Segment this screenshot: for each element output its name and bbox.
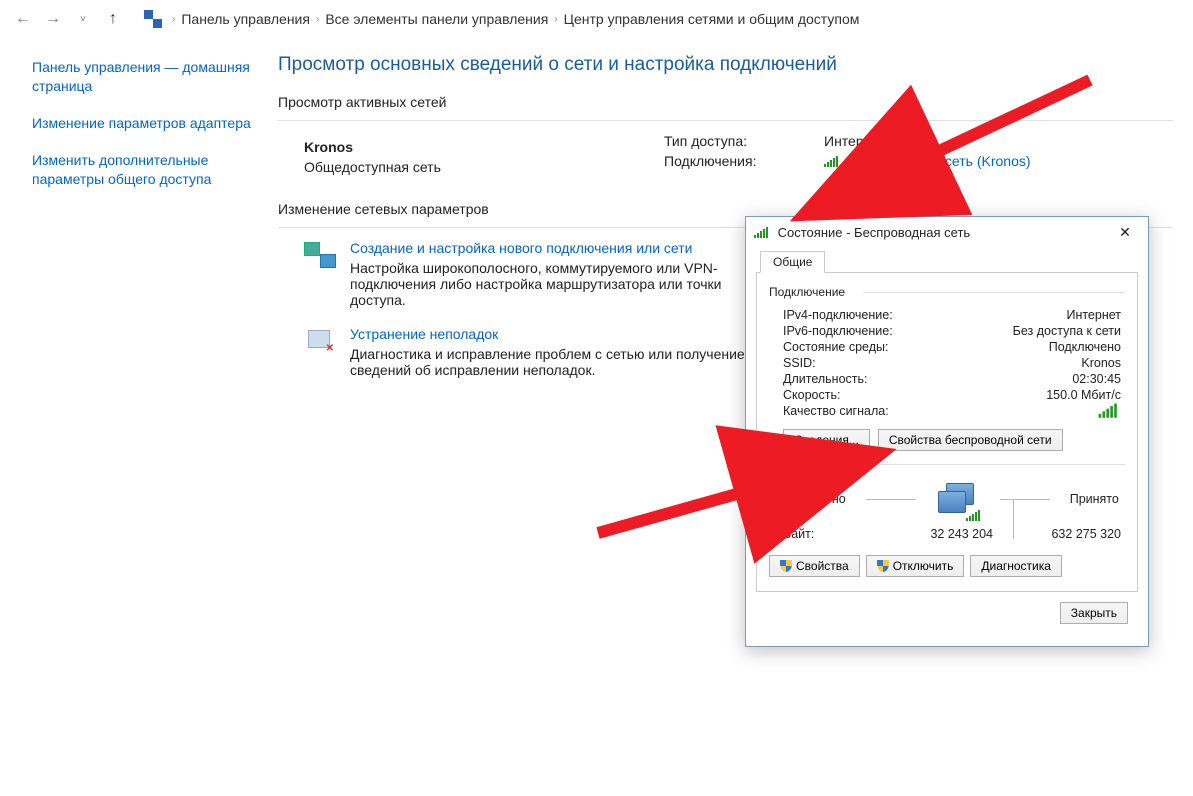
close-dialog-button[interactable]: Закрыть: [1060, 602, 1128, 624]
activity-line: [866, 499, 916, 500]
received-label: Принято: [1070, 492, 1119, 506]
recent-dropdown[interactable]: ˅: [70, 6, 96, 32]
signal-quality-label: Качество сигнала:: [783, 404, 889, 418]
wifi-signal-icon: [966, 509, 982, 521]
bytes-divider: [993, 527, 1033, 541]
ipv6-label: IPv6-подключение:: [783, 324, 893, 338]
disconnect-button-label: Отключить: [893, 559, 954, 573]
properties-button[interactable]: Свойства: [769, 555, 860, 577]
chevron-right-icon: ›: [172, 14, 175, 25]
network-type: Общедоступная сеть: [304, 159, 664, 175]
diagnose-button[interactable]: Диагностика: [970, 555, 1062, 577]
disconnect-button[interactable]: Отключить: [866, 555, 965, 577]
access-type-label: Тип доступа:: [664, 133, 824, 149]
media-label: Состояние среды:: [783, 340, 888, 354]
duration-value: 02:30:45: [1072, 372, 1121, 386]
active-network-row: Kronos Общедоступная сеть Тип доступа: И…: [304, 133, 1173, 175]
shield-icon: [780, 560, 792, 572]
ssid-label: SSID:: [783, 356, 816, 370]
speed-label: Скорость:: [783, 388, 840, 402]
group-connection-label: Подключение: [769, 285, 1125, 299]
control-panel-icon: [144, 10, 162, 28]
action-diag-desc: Диагностика и исправление проблем с сеть…: [350, 346, 750, 378]
forward-button: →: [40, 6, 66, 32]
new-connection-icon: [304, 240, 336, 268]
duration-label: Длительность:: [783, 372, 868, 386]
ipv4-value: Интернет: [1066, 308, 1121, 322]
action-diag-title[interactable]: Устранение неполадок: [350, 326, 750, 342]
bytes-sent: 32 243 204: [873, 527, 993, 541]
action-new-desc: Настройка широкополосного, коммутируемог…: [350, 260, 750, 308]
access-type-value: Интернет: [824, 133, 1031, 149]
tab-panel-general: Подключение IPv4-подключение: Интернет IP…: [756, 272, 1138, 592]
activity-line: [1000, 499, 1050, 500]
network-name: Kronos: [304, 139, 664, 155]
connection-link[interactable]: Беспроводная сеть (Kronos): [848, 153, 1031, 169]
breadcrumb[interactable]: › Панель управления › Все элементы панел…: [172, 11, 859, 27]
wifi-signal-icon: [754, 226, 770, 238]
connections-label: Подключения:: [664, 153, 824, 169]
page-title: Просмотр основных сведений о сети и наст…: [278, 54, 1173, 76]
tab-general[interactable]: Общие: [760, 251, 825, 273]
breadcrumb-seg-1[interactable]: Панель управления: [181, 11, 310, 27]
wifi-signal-icon: [824, 155, 840, 167]
change-params-label: Изменение сетевых параметров: [278, 201, 1173, 217]
bytes-received: 632 275 320: [1033, 527, 1121, 541]
group-activity-label: Активность: [769, 457, 1125, 471]
sent-label: Отправлено: [775, 492, 846, 506]
properties-button-label: Свойства: [796, 559, 849, 573]
sidebar-link-home[interactable]: Панель управления — домашняя страница: [32, 58, 258, 96]
sidebar-link-sharing[interactable]: Изменить дополнительные параметры общего…: [32, 151, 258, 189]
troubleshoot-icon: [304, 326, 336, 354]
ssid-value: Kronos: [1081, 356, 1121, 370]
sidebar-link-adapter[interactable]: Изменение параметров адаптера: [32, 114, 258, 133]
breadcrumb-seg-3[interactable]: Центр управления сетями и общим доступом: [564, 11, 860, 27]
activity-graphic: Отправлено Принято: [769, 481, 1125, 517]
ipv6-value: Без доступа к сети: [1013, 324, 1121, 338]
back-button[interactable]: ←: [10, 6, 36, 32]
speed-value: 150.0 Мбит/с: [1046, 388, 1121, 402]
dialog-titlebar[interactable]: Состояние - Беспроводная сеть ✕: [746, 217, 1148, 247]
divider: [278, 120, 1173, 121]
address-bar: ← → ˅ ↑ › Панель управления › Все элемен…: [0, 0, 1193, 38]
breadcrumb-seg-2[interactable]: Все элементы панели управления: [325, 11, 548, 27]
active-networks-label: Просмотр активных сетей: [278, 94, 1173, 110]
bytes-row: Байт: 32 243 204 632 275 320: [769, 527, 1125, 541]
media-value: Подключено: [1049, 340, 1121, 354]
action-new-title[interactable]: Создание и настройка нового подключения …: [350, 240, 750, 256]
status-dialog: Состояние - Беспроводная сеть ✕ Общие По…: [745, 216, 1149, 647]
up-button[interactable]: ↑: [100, 6, 126, 32]
chevron-right-icon: ›: [316, 14, 319, 25]
ipv4-label: IPv4-подключение:: [783, 308, 893, 322]
dialog-title-text: Состояние - Беспроводная сеть: [778, 225, 971, 240]
wifi-signal-icon: [1099, 402, 1120, 418]
shield-icon: [877, 560, 889, 572]
wireless-properties-button[interactable]: Свойства беспроводной сети: [878, 429, 1063, 451]
chevron-right-icon: ›: [554, 14, 557, 25]
computers-icon: [936, 481, 980, 517]
close-button[interactable]: ✕: [1110, 220, 1140, 244]
bytes-label: Байт:: [783, 527, 873, 541]
details-button[interactable]: Сведения...: [783, 429, 870, 451]
sidebar: Панель управления — домашняя страница Из…: [0, 38, 270, 796]
